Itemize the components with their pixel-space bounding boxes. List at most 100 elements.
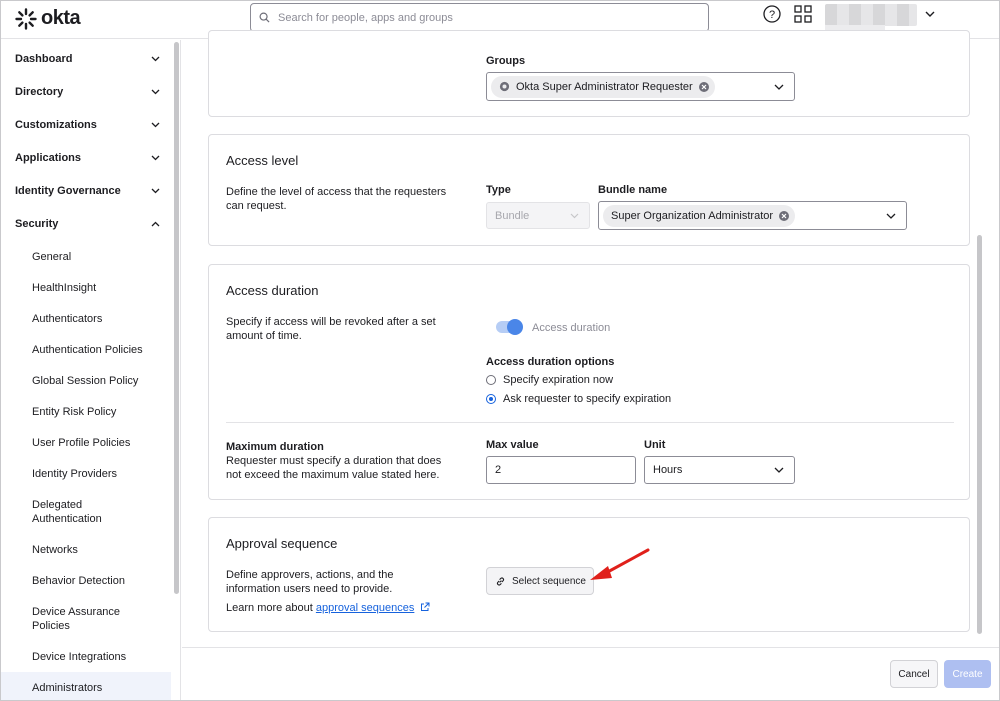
app-switcher-icon[interactable] — [794, 5, 812, 23]
remove-chip-icon[interactable] — [698, 81, 709, 92]
bundle-chip: Super Organization Administrator — [603, 204, 796, 227]
access-duration-options-label: Access duration options — [486, 356, 615, 368]
user-menu-redacted[interactable] — [825, 4, 917, 26]
cancel-button[interactable]: Cancel — [890, 660, 938, 688]
chevron-down-icon — [151, 89, 160, 95]
sidebar-section-customizations[interactable]: Customizations — [15, 119, 160, 131]
bundle-chip-label: Super Organization Administrator — [611, 209, 774, 222]
sidebar-item-authenticators[interactable]: Authenticators — [32, 312, 102, 326]
access-duration-description: Specify if access will be revoked after … — [226, 316, 436, 342]
sidebar-section-security[interactable]: Security — [15, 218, 160, 230]
sidebar-section-identity-governance[interactable]: Identity Governance — [15, 185, 160, 197]
max-value-input[interactable]: 2 — [486, 456, 636, 484]
sidebar-section-label: Dashboard — [15, 53, 73, 65]
main-content: Groups Okta Super Administrator Requeste… — [182, 30, 999, 700]
okta-logo[interactable]: okta — [15, 7, 81, 30]
sidebar-section-label: Directory — [15, 86, 64, 98]
max-value-label: Max value — [486, 439, 539, 451]
sidebar-nav: Dashboard Directory Customizations Appli… — [1, 40, 181, 700]
radio-label: Specify expiration now — [503, 374, 614, 386]
chevron-down-icon — [151, 56, 160, 62]
sidebar-section-label: Security — [15, 218, 59, 230]
form-footer: Cancel Create — [182, 647, 999, 700]
sidebar-section-label: Customizations — [15, 119, 97, 131]
maximum-duration-title: Maximum duration — [226, 441, 324, 453]
link-icon — [496, 576, 505, 586]
chevron-down-icon[interactable] — [925, 10, 935, 18]
groups-select[interactable]: Okta Super Administrator Requester — [486, 72, 795, 101]
sidebar-item-identity-providers[interactable]: Identity Providers — [32, 467, 117, 481]
chevron-down-icon — [151, 155, 160, 161]
unit-value: Hours — [653, 464, 683, 476]
sidebar-item-global-session-policy[interactable]: Global Session Policy — [32, 374, 138, 388]
chevron-down-icon — [151, 122, 160, 128]
svg-text:?: ? — [769, 9, 775, 21]
radio-button[interactable] — [486, 375, 496, 385]
toggle-knob — [507, 319, 523, 335]
select-sequence-button[interactable]: Select sequence — [486, 567, 594, 595]
access-duration-toggle[interactable] — [496, 319, 523, 335]
approval-sequence-description: Define approvers, actions, and the infor… — [226, 569, 394, 595]
learn-more-prefix: Learn more about — [226, 602, 316, 614]
sidebar-item-healthinsight[interactable]: HealthInsight — [32, 281, 96, 295]
annotation-arrow-icon — [590, 548, 650, 580]
sidebar-section-label: Applications — [15, 152, 82, 164]
chevron-up-icon — [151, 221, 160, 227]
search-input[interactable] — [278, 11, 678, 24]
sidebar-section-dashboard[interactable]: Dashboard — [15, 53, 160, 65]
sidebar-section-directory[interactable]: Directory — [15, 86, 160, 98]
select-sequence-label: Select sequence — [512, 575, 586, 587]
access-level-description: Define the level of access that the requ… — [226, 186, 447, 212]
sidebar-section-applications[interactable]: Applications — [15, 152, 160, 164]
groups-label: Groups — [486, 55, 526, 67]
unit-select[interactable]: Hours — [644, 456, 795, 484]
group-chip: Okta Super Administrator Requester — [491, 75, 715, 98]
bundle-name-label: Bundle name — [598, 184, 668, 196]
access-level-title: Access level — [226, 153, 299, 168]
sidebar-section-label: Identity Governance — [15, 185, 121, 197]
sidebar-item-entity-risk-policy[interactable]: Entity Risk Policy — [32, 405, 116, 419]
create-button[interactable]: Create — [944, 660, 991, 688]
unit-label: Unit — [644, 439, 666, 451]
learn-more-text: Learn more about approval sequences — [226, 601, 486, 615]
sidebar-scrollbar[interactable] — [174, 42, 179, 594]
sidebar-item-user-profile-policies[interactable]: User Profile Policies — [32, 436, 130, 450]
groups-card: Groups Okta Super Administrator Requeste… — [208, 30, 970, 117]
sidebar-item-device-assurance-policies[interactable]: Device Assurance Policies — [32, 605, 132, 633]
group-chip-label: Okta Super Administrator Requester — [516, 80, 693, 93]
approval-sequences-link[interactable]: approval sequences — [316, 602, 414, 614]
radio-specify-expiration-now[interactable]: Specify expiration now — [486, 374, 613, 386]
okta-sunburst-icon — [15, 7, 37, 30]
search-icon — [259, 12, 270, 23]
remove-chip-icon[interactable] — [779, 210, 790, 221]
chevron-down-icon — [774, 84, 784, 90]
sidebar-item-behavior-detection[interactable]: Behavior Detection — [32, 574, 125, 588]
section-divider — [226, 422, 954, 423]
maximum-duration-description: Requester must specify a duration that d… — [226, 455, 442, 481]
main-scrollbar[interactable] — [977, 235, 982, 634]
type-label: Type — [486, 184, 511, 196]
access-duration-toggle-label: Access duration — [532, 322, 611, 334]
chevron-down-icon — [886, 213, 896, 219]
global-search[interactable] — [250, 3, 709, 32]
type-select-disabled: Bundle — [486, 202, 590, 229]
sidebar-item-general[interactable]: General — [32, 250, 71, 264]
radio-label: Ask requester to specify expiration — [503, 393, 672, 405]
sidebar-item-administrators[interactable]: Administrators — [32, 681, 102, 695]
type-value: Bundle — [495, 209, 530, 222]
radio-ask-requester[interactable]: Ask requester to specify expiration — [486, 393, 671, 405]
help-icon[interactable]: ? — [763, 5, 781, 23]
chevron-down-icon — [151, 188, 160, 194]
access-duration-card: Access duration Specify if access will b… — [208, 264, 970, 500]
brand-name: okta — [41, 7, 81, 29]
bundle-name-select[interactable]: Super Organization Administrator — [598, 201, 907, 230]
radio-button-selected[interactable] — [486, 394, 496, 404]
chevron-down-icon — [774, 467, 784, 473]
sidebar-item-delegated-authentication[interactable]: Delegated Authentication — [32, 498, 122, 526]
sidebar-item-networks[interactable]: Networks — [32, 543, 78, 557]
access-level-card: Access level Define the level of access … — [208, 134, 970, 246]
external-link-icon[interactable] — [420, 602, 430, 612]
access-duration-title: Access duration — [226, 283, 319, 298]
sidebar-item-authentication-policies[interactable]: Authentication Policies — [32, 343, 143, 357]
sidebar-item-device-integrations[interactable]: Device Integrations — [32, 650, 126, 664]
